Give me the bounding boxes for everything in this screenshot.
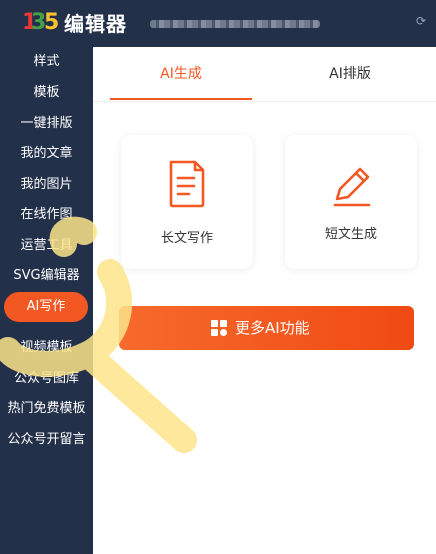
logo: 135 bbox=[22, 10, 60, 35]
short-article-label: 短文生成 bbox=[324, 227, 377, 242]
sidebar-item-hot-free-templates[interactable]: 热门免费模板 bbox=[0, 394, 93, 424]
sidebar-item-my-images[interactable]: 我的图片 bbox=[0, 170, 93, 200]
blurred-account-info bbox=[150, 20, 320, 28]
document-icon bbox=[169, 160, 205, 208]
sidebar-item-one-click-layout[interactable]: 一键排版 bbox=[0, 109, 93, 139]
sidebar-item-video-templates[interactable]: 视频模板 bbox=[0, 333, 93, 363]
more-ai-features-label: 更多AI功能 bbox=[235, 319, 310, 337]
grid-apps-icon bbox=[211, 320, 227, 336]
sidebar-item-templates[interactable]: 模板 bbox=[0, 78, 93, 108]
sidebar-item-svg-editor[interactable]: SVG编辑器 bbox=[0, 261, 93, 291]
pencil-icon bbox=[333, 167, 371, 207]
short-article-card[interactable]: 短文生成 bbox=[285, 135, 417, 269]
tab-ai-layout[interactable]: AI排版 bbox=[279, 47, 421, 101]
sidebar-item-image-library[interactable]: 公众号图库 bbox=[0, 364, 93, 394]
sidebar-item-online-design[interactable]: 在线作图 bbox=[0, 200, 93, 230]
long-article-label: 长文写作 bbox=[160, 231, 213, 246]
sidebar-item-operation-tools[interactable]: 运营工具 bbox=[0, 231, 93, 261]
main-panel: AI生成 AI排版 长文写作 短文生成 更多AI功能 bbox=[93, 47, 436, 554]
tab-ai-generate[interactable]: AI生成 bbox=[110, 47, 252, 101]
active-tab-underline bbox=[110, 98, 252, 100]
long-article-card[interactable]: 长文写作 bbox=[121, 135, 253, 269]
sidebar-item-my-articles[interactable]: 我的文章 bbox=[0, 139, 93, 169]
sidebar-item-ai-writing[interactable]: AI写作 bbox=[4, 292, 88, 322]
app-title: 编辑器 bbox=[64, 12, 127, 36]
tab-bar: AI生成 AI排版 bbox=[93, 47, 436, 102]
more-ai-features-button[interactable]: 更多AI功能 bbox=[119, 306, 414, 350]
top-bar: 135 编辑器 ⟳ bbox=[0, 0, 436, 47]
refresh-icon[interactable]: ⟳ bbox=[414, 14, 428, 28]
sidebar-item-open-comments[interactable]: 公众号开留言 bbox=[0, 425, 93, 455]
sidebar: 样式 模板 一键排版 我的文章 我的图片 在线作图 运营工具 SVG编辑器 AI… bbox=[0, 47, 93, 554]
sidebar-item-styles[interactable]: 样式 bbox=[0, 47, 93, 77]
